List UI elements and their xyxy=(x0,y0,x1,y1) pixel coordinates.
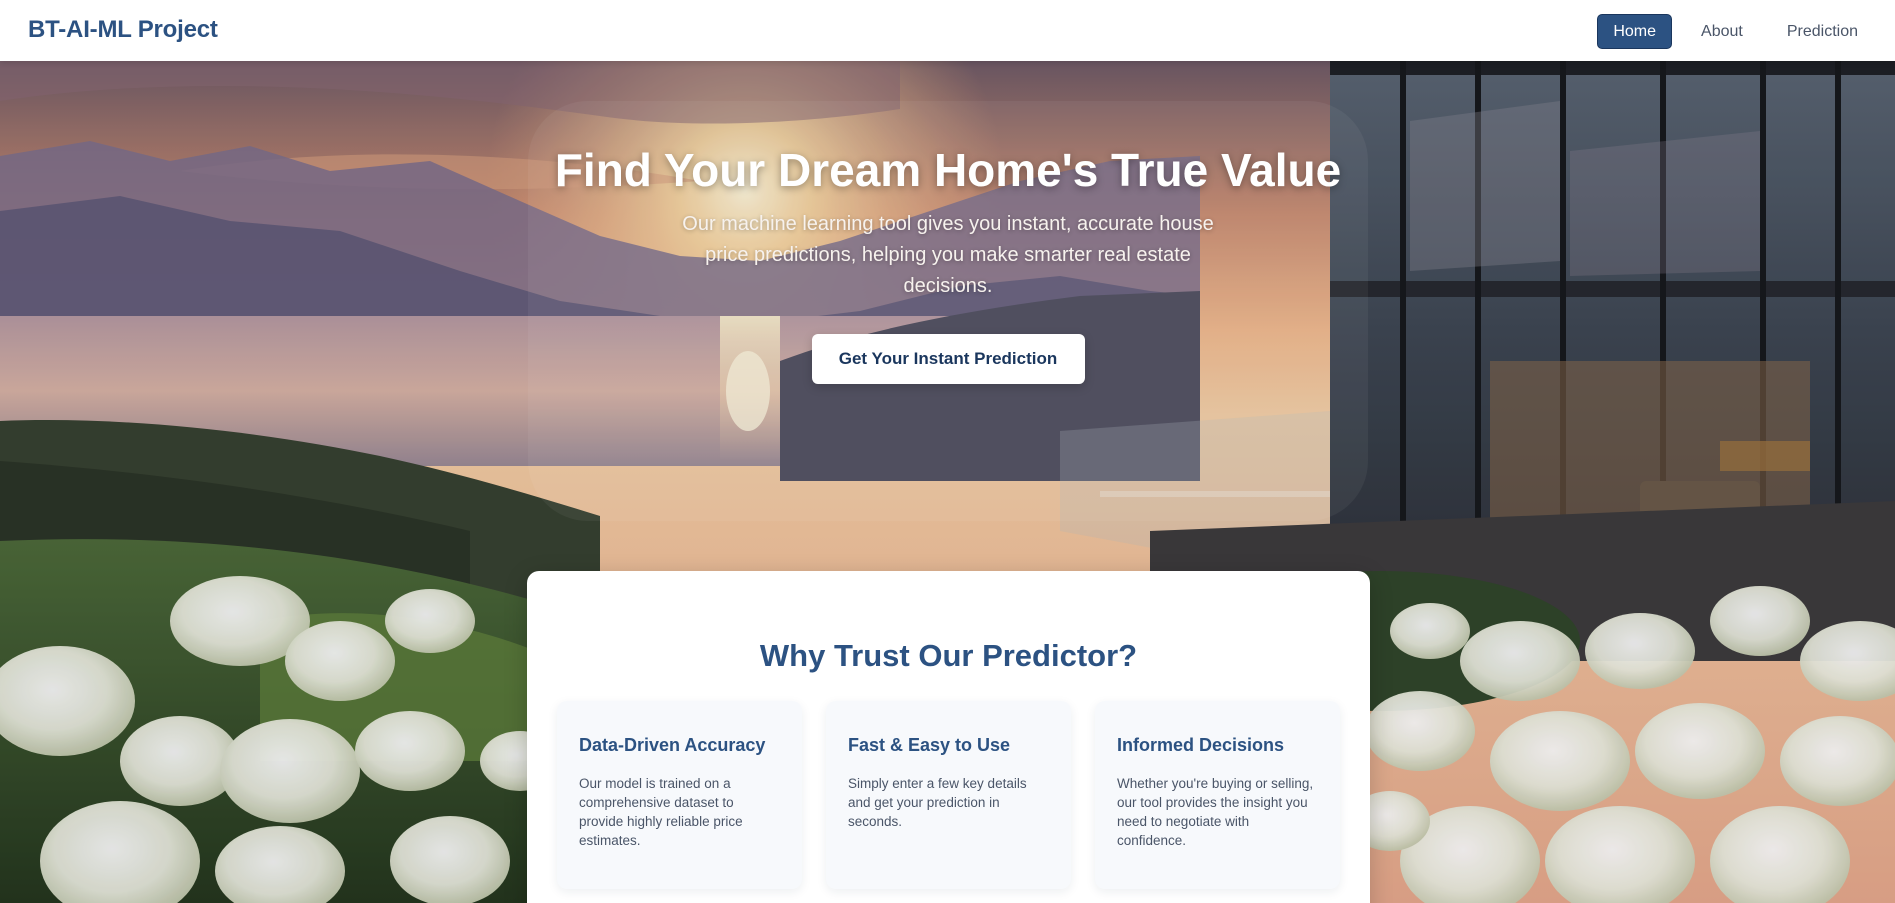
hero-content: Find Your Dream Home's True Value Our ma… xyxy=(528,141,1368,384)
feature-card-accuracy: Data-Driven Accuracy Our model is traine… xyxy=(557,701,802,889)
brand-logo[interactable]: BT-AI-ML Project xyxy=(28,16,218,44)
features-panel: Why Trust Our Predictor? Data-Driven Acc… xyxy=(527,571,1370,903)
features-title: Why Trust Our Predictor? xyxy=(759,638,1138,673)
feature-card-decisions: Informed Decisions Whether you're buying… xyxy=(1095,701,1340,889)
hero-section: Find Your Dream Home's True Value Our ma… xyxy=(0,61,1895,903)
feature-card-ease: Fast & Easy to Use Simply enter a few ke… xyxy=(826,701,1071,889)
hero-title: Find Your Dream Home's True Value xyxy=(554,144,1342,196)
feature-heading: Data-Driven Accuracy xyxy=(579,735,766,755)
feature-heading: Fast & Easy to Use xyxy=(848,735,1011,755)
feature-text: Whether you're buying or selling, our to… xyxy=(1117,776,1314,848)
nav-item-home[interactable]: Home xyxy=(1597,14,1673,49)
feature-heading: Informed Decisions xyxy=(1117,735,1285,755)
navbar: BT-AI-ML Project Home About Prediction xyxy=(0,0,1895,61)
hero-subtitle: Our machine learning tool gives you inst… xyxy=(682,213,1214,297)
nav-links: Home About Prediction xyxy=(1583,14,1873,49)
feature-text: Our model is trained on a comprehensive … xyxy=(579,776,743,848)
nav-item-about[interactable]: About xyxy=(1686,15,1758,48)
get-prediction-button[interactable]: Get Your Instant Prediction xyxy=(811,334,1085,384)
feature-text: Simply enter a few key details and get y… xyxy=(848,776,1027,829)
nav-item-prediction[interactable]: Prediction xyxy=(1772,15,1873,48)
feature-grid: Data-Driven Accuracy Our model is traine… xyxy=(557,701,1340,889)
